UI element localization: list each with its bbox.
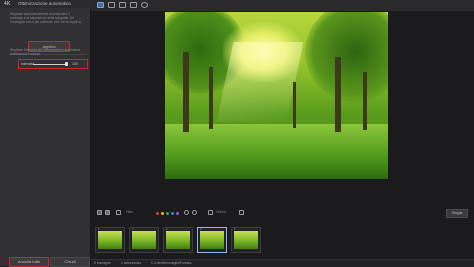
intensity-slider-fill <box>33 63 67 65</box>
tree-trunk <box>209 67 213 129</box>
view-grid-icon[interactable] <box>105 210 110 215</box>
intensity-slider-handle[interactable] <box>65 62 68 66</box>
grid-icon[interactable] <box>119 2 126 8</box>
color-tag-blue[interactable] <box>171 211 174 215</box>
selection-count: 1 selezionata <box>121 261 141 265</box>
intensity-value: 100 <box>72 61 78 66</box>
color-tag-green[interactable] <box>166 211 169 215</box>
main-toolbar <box>91 0 474 11</box>
file-path: C:\Utenti\Immagini\Foresta <box>151 261 192 265</box>
image-icon[interactable] <box>97 2 104 8</box>
view-list-icon[interactable] <box>97 210 102 215</box>
monitor-icon[interactable] <box>130 2 137 8</box>
thumbnail-image <box>98 231 122 249</box>
select-icon[interactable] <box>116 210 121 215</box>
image-count: 5 immagini <box>94 261 111 265</box>
thumbnail-image <box>132 231 156 249</box>
tree-trunk <box>293 82 296 128</box>
color-tag-red[interactable] <box>156 211 159 215</box>
thumbnail[interactable]: 3 <box>163 227 193 253</box>
sort-label[interactable]: Ordina <box>216 210 226 214</box>
thumbnail[interactable]: 1 <box>95 227 125 253</box>
slider-help-text: Regolare l'intensità dell'ottimizzazione… <box>10 48 81 56</box>
rotate-left-icon[interactable] <box>184 210 189 215</box>
filter-label[interactable]: Filtro <box>126 210 133 214</box>
app-logo: 4K <box>4 1 11 7</box>
grass-field <box>165 124 388 179</box>
rotate-right-icon[interactable] <box>192 210 197 215</box>
color-tag-yellow[interactable] <box>161 211 164 215</box>
thumbnail[interactable]: 5 <box>231 227 261 253</box>
delete-icon[interactable] <box>239 210 244 215</box>
color-tag-purple[interactable] <box>176 211 179 215</box>
filmstrip-toolbar: Filtro Ordina Sfoglia <box>94 208 474 218</box>
browse-button[interactable]: Sfoglia <box>446 209 468 218</box>
share-icon[interactable] <box>141 2 148 8</box>
tree-trunk <box>363 72 367 130</box>
panel-description: Regolare automaticamente la luminosità, … <box>10 12 82 24</box>
thumbnail-selected[interactable]: 4 <box>197 227 227 253</box>
thumbnail-image <box>234 231 258 249</box>
tree-canopy-right <box>305 12 388 102</box>
filmstrip: 1 2 3 4 5 <box>91 224 474 256</box>
image-canvas <box>91 11 474 207</box>
tree-trunk <box>335 57 341 132</box>
thumbnail-image <box>166 231 190 249</box>
adjustment-panel: Regolare automaticamente la luminosità, … <box>0 8 91 267</box>
flag-icon[interactable] <box>208 210 213 215</box>
intensity-slider-group: Intensità 100 <box>18 59 88 69</box>
thumbnail-image <box>200 231 224 249</box>
gallery-icon[interactable] <box>108 2 115 8</box>
main-photo[interactable] <box>165 12 388 179</box>
tree-trunk <box>183 52 189 132</box>
panel-title: Ottimizzazione automatica <box>18 1 71 6</box>
thumbnail[interactable]: 2 <box>129 227 159 253</box>
intensity-slider[interactable] <box>33 62 68 66</box>
